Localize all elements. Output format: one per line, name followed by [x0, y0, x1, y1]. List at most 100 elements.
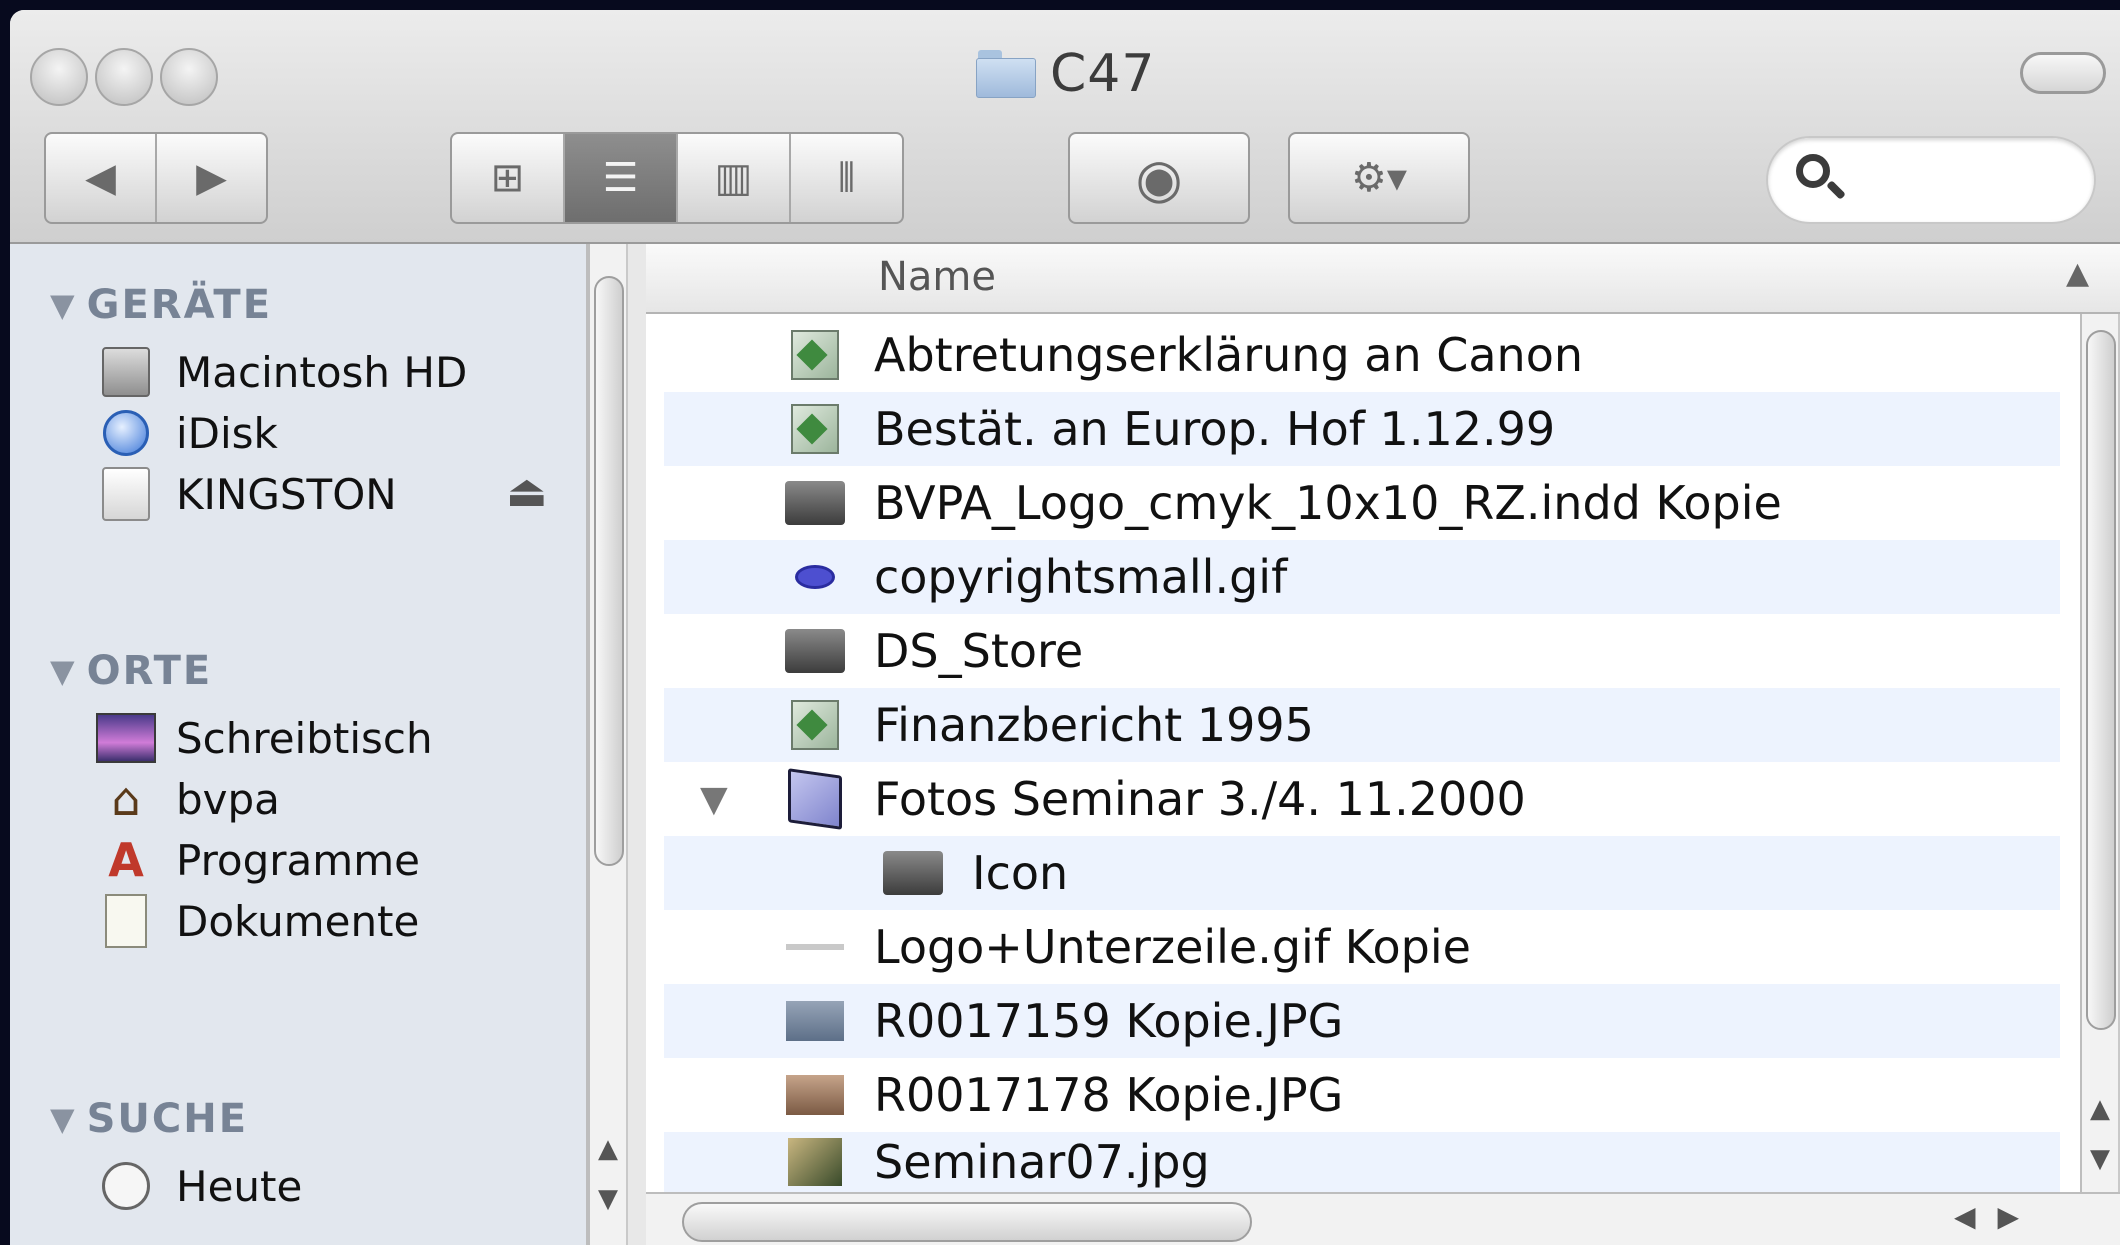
sort-ascending-icon: ▲ [2066, 256, 2090, 291]
sidebar-item-kingston[interactable]: KINGSTON [96, 464, 397, 524]
folder-row[interactable]: ▼ Fotos Seminar 3./4. 11.2000 [664, 762, 2060, 836]
file-name: Abtretungserklärung an Canon [874, 328, 1584, 382]
usb-drive-icon [96, 464, 156, 524]
close-window-button[interactable] [30, 48, 88, 106]
file-row[interactable]: Seminar07.jpg [664, 1132, 2060, 1192]
column-view-icon: ▥ [714, 155, 753, 201]
file-name: Logo+Unterzeile.gif Kopie [874, 920, 1471, 974]
sidebar-item-dokumente[interactable]: Dokumente [96, 891, 419, 951]
scroll-up-arrow-icon[interactable]: ▲ [2082, 1094, 2118, 1124]
scroll-down-arrow-icon[interactable]: ▼ [2082, 1144, 2118, 1174]
list-view-button[interactable]: ☰ [565, 134, 678, 222]
file-row[interactable]: Finanzbericht 1995 [664, 688, 2060, 762]
file-row[interactable]: R0017159 Kopie.JPG [664, 984, 2060, 1058]
list-vertical-scrollbar[interactable]: ▲ ▼ [2080, 314, 2120, 1192]
scroll-down-arrow-icon[interactable]: ▼ [590, 1184, 626, 1214]
sidebar-vertical-scrollbar[interactable]: ▲ ▼ [588, 244, 628, 1245]
sidebar-item-bvpa[interactable]: ⌂ bvpa [96, 769, 280, 829]
document-icon [784, 328, 846, 382]
jpg-image-icon [784, 994, 846, 1048]
clock-icon [96, 1156, 156, 1216]
sidebar-item-label: KINGSTON [176, 469, 397, 519]
section-header-label: SUCHE [86, 1096, 249, 1142]
scroll-up-arrow-icon[interactable]: ▲ [590, 1134, 626, 1164]
sidebar-item-label: Dokumente [176, 896, 420, 946]
file-row[interactable]: Icon [664, 836, 2060, 910]
sidebar-item-label: iDisk [176, 408, 278, 458]
sidebar-item-schreibtisch[interactable]: Schreibtisch [96, 708, 433, 768]
quicklook-group: ◉ [1068, 132, 1250, 224]
file-row[interactable]: Bestät. an Europ. Hof 1.12.99 [664, 392, 2060, 466]
back-button[interactable]: ◀ [46, 134, 157, 222]
quicklook-button[interactable]: ◉ [1070, 134, 1248, 222]
file-row[interactable]: Abtretungserklärung an Canon [664, 318, 2060, 392]
window-title: C47 [976, 42, 1155, 106]
jpg-image-icon [784, 1068, 846, 1122]
gear-icon: ⚙▾ [1351, 155, 1407, 201]
column-view-button[interactable]: ▥ [678, 134, 791, 222]
sidebar: ▼ GERÄTE Macintosh HD iDisk KINGSTON ⏏ ▼ O… [10, 244, 626, 1245]
list-scroll-thumb[interactable] [2086, 330, 2116, 1030]
view-mode-group: ⊞ ☰ ▥ ⦀ [450, 132, 904, 224]
sidebar-item-programme[interactable]: A Programme [96, 830, 420, 890]
sidebar-section-places[interactable]: ▼ ORTE [50, 648, 212, 694]
forward-button[interactable]: ▶ [157, 134, 266, 222]
generic-file-icon [784, 476, 846, 530]
sidebar-scroll-thumb[interactable] [594, 276, 624, 866]
sidebar-item-label: Programme [176, 835, 420, 885]
column-header-label: Name [878, 254, 997, 300]
sidebar-item-label: Schreibtisch [176, 713, 433, 763]
file-name: BVPA_Logo_cmyk_10x10_RZ.indd Kopie [874, 476, 1782, 530]
back-arrow-icon: ◀ [85, 155, 116, 201]
action-group: ⚙▾ [1288, 132, 1470, 224]
coverflow-view-icon: ⦀ [837, 155, 856, 201]
coverflow-view-button[interactable]: ⦀ [791, 134, 902, 222]
search-field[interactable] [1766, 136, 2096, 224]
disclosure-triangle-icon[interactable]: ▼ [700, 779, 728, 820]
eye-icon: ◉ [1135, 146, 1183, 210]
file-row[interactable]: DS_Store [664, 614, 2060, 688]
horizontal-scroll-thumb[interactable] [682, 1202, 1252, 1242]
sidebar-section-devices[interactable]: ▼ GERÄTE [50, 282, 272, 328]
idisk-icon [96, 403, 156, 463]
sidebar-item-label: Macintosh HD [176, 347, 468, 397]
folder-icon [784, 768, 846, 830]
disclosure-triangle-icon: ▼ [50, 286, 77, 324]
file-name: R0017178 Kopie.JPG [874, 1068, 1344, 1122]
toolbar-toggle-button[interactable] [2020, 52, 2106, 94]
section-header-label: ORTE [86, 648, 213, 694]
sidebar-item-heute[interactable]: Heute [96, 1156, 302, 1216]
file-name: Finanzbericht 1995 [874, 698, 1314, 752]
generic-file-icon [882, 846, 944, 900]
sidebar-item-macintosh-hd[interactable]: Macintosh HD [96, 342, 467, 402]
file-row[interactable]: copyrightsmall.gif [664, 540, 2060, 614]
file-row[interactable]: Logo+Unterzeile.gif Kopie [664, 910, 2060, 984]
scroll-left-right-arrows-icon[interactable]: ◀▶ [1954, 1200, 2041, 1233]
file-name: Bestät. an Europ. Hof 1.12.99 [874, 402, 1556, 456]
file-name: Fotos Seminar 3./4. 11.2000 [874, 772, 1526, 826]
file-name: DS_Store [874, 624, 1084, 678]
sidebar-item-idisk[interactable]: iDisk [96, 403, 278, 463]
column-header-name[interactable]: Name ▲ [646, 244, 2120, 314]
section-header-label: GERÄTE [86, 282, 273, 328]
list-horizontal-scrollbar[interactable]: ◀▶ [646, 1192, 2120, 1245]
gif-image-icon [784, 920, 846, 974]
desktop-icon [96, 708, 156, 768]
file-row[interactable]: BVPA_Logo_cmyk_10x10_RZ.indd Kopie [664, 466, 2060, 540]
file-row[interactable]: R0017178 Kopie.JPG [664, 1058, 2060, 1132]
minimize-window-button[interactable] [95, 48, 153, 106]
file-name: Icon [972, 846, 1069, 900]
file-list: Name ▲ Abtretungserklärung an Canon Best… [646, 244, 2120, 1245]
eject-icon[interactable]: ⏏ [506, 466, 548, 517]
nav-button-group: ◀ ▶ [44, 132, 268, 224]
list-view-icon: ☰ [602, 155, 639, 201]
home-icon: ⌂ [111, 772, 141, 826]
finder-window: C47 ◀ ▶ ⊞ ☰ ▥ ⦀ ◉ ⚙▾ ▼ GERÄTE Macintosh H… [10, 10, 2120, 1245]
gif-image-icon [784, 550, 846, 604]
zoom-window-button[interactable] [160, 48, 218, 106]
window-title-text: C47 [1050, 44, 1156, 104]
disclosure-triangle-icon: ▼ [50, 652, 77, 690]
sidebar-section-search[interactable]: ▼ SUCHE [50, 1096, 248, 1142]
icon-view-button[interactable]: ⊞ [452, 134, 565, 222]
action-menu-button[interactable]: ⚙▾ [1290, 134, 1468, 222]
